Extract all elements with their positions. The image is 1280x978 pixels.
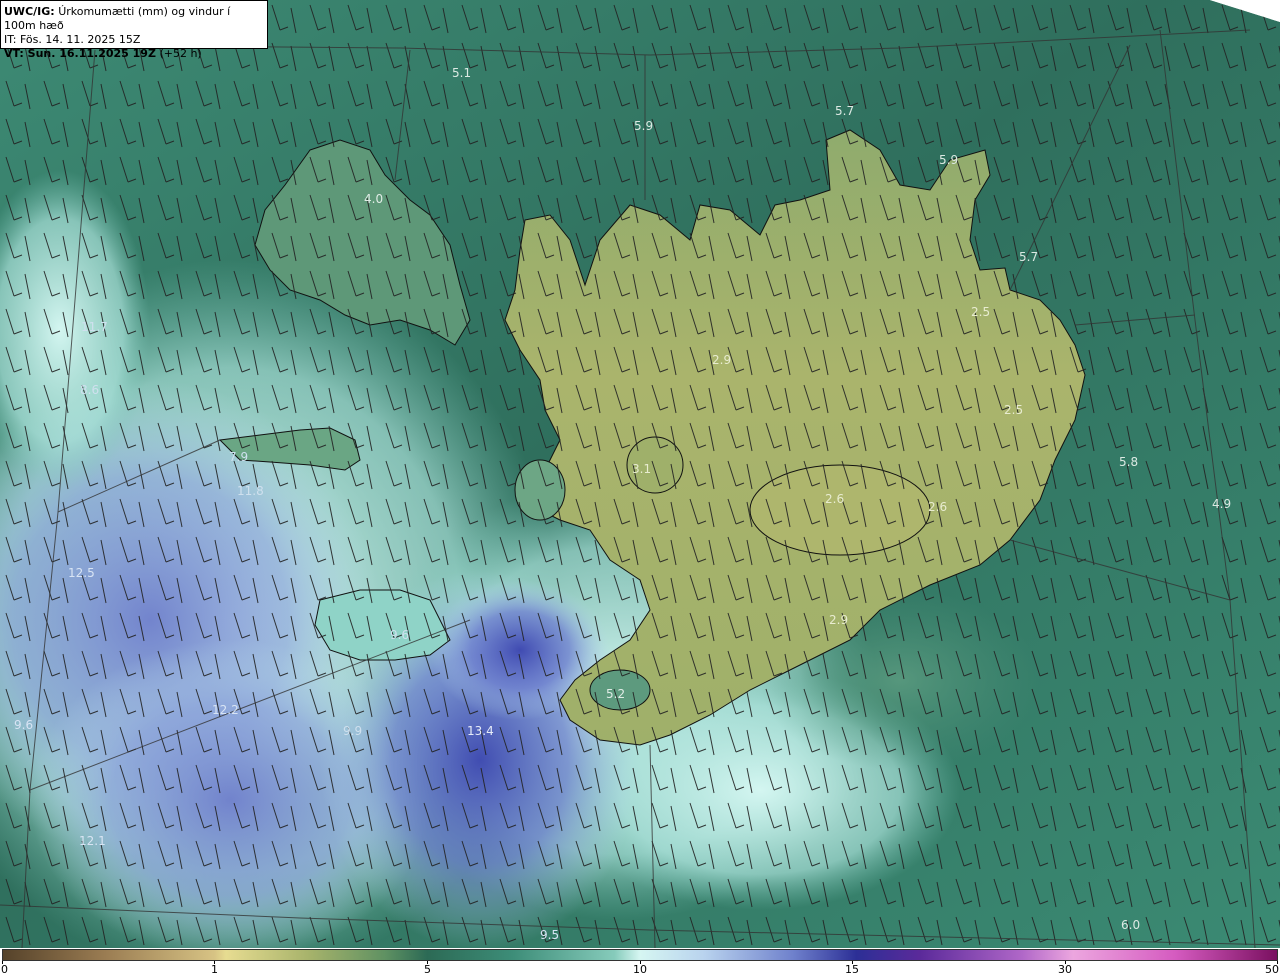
value-label: 11.8 — [237, 484, 264, 498]
value-label: 8.6 — [80, 383, 100, 397]
lead-time: (+52 h) — [159, 47, 202, 60]
value-label: 7.9 — [229, 450, 249, 464]
value-label: 2.5 — [1004, 403, 1024, 417]
value-label: 5.7 — [835, 104, 855, 118]
value-label: 6.0 — [1121, 918, 1141, 932]
value-label: 9.6 — [14, 718, 34, 732]
value-label: 9.9 — [343, 724, 363, 738]
forecast-info-box: UWC/IG: Úrkomumætti (mm) og vindur í 100… — [0, 0, 268, 60]
value-label: 12.1 — [79, 834, 106, 848]
valid-time-line: VT: Sun. 16.11.2025 19Z (+52 h) — [4, 47, 264, 61]
value-label: 2.9 — [712, 353, 732, 367]
value-label: 2.5 — [971, 305, 991, 319]
value-label: 12.5 — [68, 566, 95, 580]
value-label: 11.7 — [81, 320, 108, 334]
value-label: 2.6 — [825, 492, 845, 506]
product-label: UWC/IG: — [4, 5, 55, 18]
value-label: 5.2 — [606, 687, 626, 701]
colorbar-gradient — [2, 949, 1278, 961]
value-label: 13.4 — [467, 724, 494, 738]
value-label: 5.7 — [1019, 250, 1039, 264]
colorbar-tick: 30 — [1058, 963, 1072, 976]
map-value-labels: 5.1 5.9 5.7 5.9 4.0 5.7 2.5 2.9 2.5 5.8 … — [0, 0, 1280, 948]
colorbar-tick: 10 — [633, 963, 647, 976]
value-label: 12.2 — [212, 703, 239, 717]
colorbar-tick: 0 — [1, 963, 8, 976]
valid-time: VT: Sun. 16.11.2025 19Z — [4, 47, 156, 60]
forecast-map: 5.1 5.9 5.7 5.9 4.0 5.7 2.5 2.9 2.5 5.8 … — [0, 0, 1280, 948]
colorbar-tick: 15 — [845, 963, 859, 976]
value-label: 5.8 — [1119, 455, 1139, 469]
colorbar-tick: 1 — [211, 963, 218, 976]
value-label: 9.6 — [390, 628, 410, 642]
value-label: 2.9 — [829, 613, 849, 627]
value-label: 4.9 — [1212, 497, 1232, 511]
value-label: 5.9 — [939, 153, 959, 167]
value-label: 4.0 — [364, 192, 384, 206]
value-label: 5.1 — [452, 66, 472, 80]
init-time: IT: Fös. 14. 11. 2025 15Z — [4, 33, 141, 46]
value-label: 9.5 — [540, 928, 560, 942]
value-label: 5.9 — [634, 119, 654, 133]
colorbar-tick: 50 — [1265, 963, 1279, 976]
colorbar-legend: 0 1 5 10 15 30 50 — [0, 948, 1280, 978]
value-label: 3.1 — [632, 462, 652, 476]
value-label: 2.6 — [928, 500, 948, 514]
product-title-line: UWC/IG: Úrkomumætti (mm) og vindur í 100… — [4, 5, 264, 33]
colorbar-tick: 5 — [424, 963, 431, 976]
